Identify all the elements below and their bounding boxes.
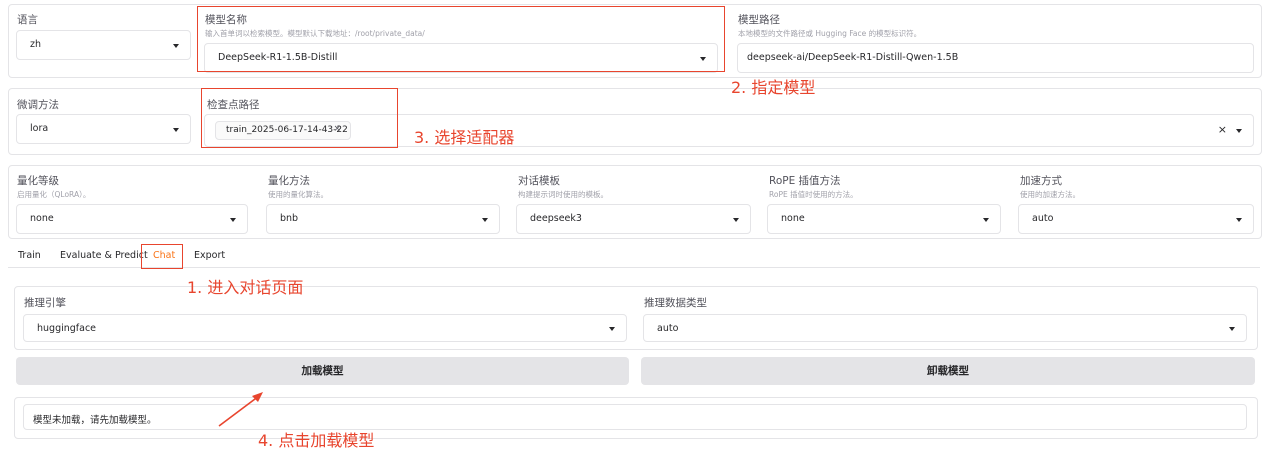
finetune-method-label: 微调方法 bbox=[17, 99, 59, 111]
language-value: zh bbox=[30, 39, 42, 50]
infer-dtype-dropdown[interactable]: auto bbox=[643, 314, 1247, 342]
quant-level-dropdown[interactable]: none bbox=[16, 204, 248, 234]
template-label: 对话模板 bbox=[518, 175, 560, 187]
chevron-down-icon bbox=[1229, 327, 1235, 331]
tab-export[interactable]: Export bbox=[194, 250, 225, 261]
quant-method-dropdown[interactable]: bnb bbox=[266, 204, 500, 234]
finetune-method-dropdown[interactable]: lora bbox=[16, 114, 191, 144]
language-dropdown[interactable]: zh bbox=[16, 30, 191, 60]
accel-label: 加速方式 bbox=[1020, 175, 1062, 187]
template-dropdown[interactable]: deepseek3 bbox=[516, 204, 751, 234]
infer-dtype-value: auto bbox=[657, 323, 679, 334]
rope-label: RoPE 插值方法 bbox=[769, 175, 841, 187]
chevron-down-icon bbox=[230, 218, 236, 222]
annotation-step1: 1. 进入对话页面 bbox=[187, 278, 304, 297]
quant-method-value: bnb bbox=[280, 213, 299, 224]
infer-engine-dropdown[interactable]: huggingface bbox=[23, 314, 627, 342]
template-value: deepseek3 bbox=[530, 213, 582, 224]
chevron-down-icon bbox=[173, 44, 179, 48]
chevron-down-icon bbox=[1236, 218, 1242, 222]
quant-method-label: 量化方法 bbox=[268, 175, 310, 187]
model-path-label: 模型路径 bbox=[738, 14, 780, 26]
unload-model-button[interactable]: 卸载模型 bbox=[641, 357, 1255, 385]
quant-level-hint: 启用量化（QLoRA）。 bbox=[17, 190, 91, 199]
model-path-hint: 本地模型的文件路径或 Hugging Face 的模型标识符。 bbox=[738, 29, 922, 38]
accel-hint: 使用的加速方法。 bbox=[1020, 190, 1080, 199]
rope-value: none bbox=[781, 213, 805, 224]
clear-icon[interactable]: × bbox=[1218, 123, 1227, 136]
model-name-highlight-box bbox=[197, 6, 725, 72]
rope-dropdown[interactable]: none bbox=[767, 204, 1001, 234]
accel-dropdown[interactable]: auto bbox=[1018, 204, 1254, 234]
quant-method-hint: 使用的量化算法。 bbox=[268, 190, 328, 199]
finetune-method-value: lora bbox=[30, 123, 49, 134]
quant-level-label: 量化等级 bbox=[17, 175, 59, 187]
infer-engine-value: huggingface bbox=[37, 323, 97, 334]
quant-level-value: none bbox=[30, 213, 54, 224]
chevron-down-icon bbox=[173, 128, 179, 132]
checkpoint-highlight-box bbox=[201, 88, 398, 148]
accel-value: auto bbox=[1032, 213, 1054, 224]
chevron-down-icon bbox=[482, 218, 488, 222]
chevron-down-icon bbox=[733, 218, 739, 222]
tab-bar-divider bbox=[8, 267, 1260, 268]
rope-hint: RoPE 插值时使用的方法。 bbox=[769, 190, 858, 199]
chevron-down-icon bbox=[609, 327, 615, 331]
chevron-down-icon bbox=[983, 218, 989, 222]
status-box: 模型未加载，请先加载模型。 bbox=[23, 404, 1247, 430]
infer-engine-label: 推理引擎 bbox=[24, 297, 66, 309]
infer-dtype-label: 推理数据类型 bbox=[644, 297, 707, 309]
status-text: 模型未加载，请先加载模型。 bbox=[33, 415, 157, 426]
chevron-down-icon[interactable] bbox=[1236, 129, 1242, 133]
annotation-step4: 4. 点击加载模型 bbox=[258, 431, 375, 450]
tab-evaluate-predict[interactable]: Evaluate & Predict bbox=[60, 250, 148, 261]
language-label: 语言 bbox=[17, 14, 38, 26]
tab-train[interactable]: Train bbox=[18, 250, 41, 261]
annotation-step2: 2. 指定模型 bbox=[731, 78, 816, 97]
annotation-arrow-icon bbox=[218, 392, 263, 427]
chat-tab-highlight-box bbox=[141, 244, 183, 269]
model-path-input[interactable]: deepseek-ai/DeepSeek-R1-Distill-Qwen-1.5… bbox=[737, 43, 1254, 73]
template-hint: 构建提示词时使用的模板。 bbox=[518, 190, 608, 199]
model-path-value: deepseek-ai/DeepSeek-R1-Distill-Qwen-1.5… bbox=[747, 52, 959, 63]
annotation-step3: 3. 选择适配器 bbox=[414, 128, 515, 147]
load-model-button[interactable]: 加载模型 bbox=[16, 357, 629, 385]
